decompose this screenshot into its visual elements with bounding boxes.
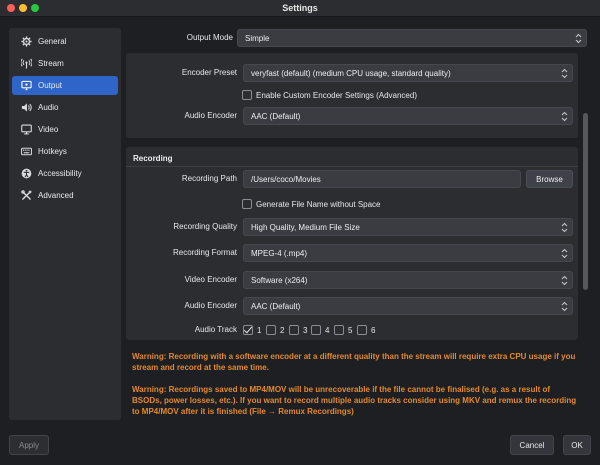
recording-path-label: Recording Path [181,174,237,183]
custom-encoder-label: Enable Custom Encoder Settings (Advanced… [256,90,417,100]
sidebar-item-advanced[interactable]: Advanced [12,186,118,205]
ok-button[interactable]: OK [563,435,591,455]
recording-audio-encoder-select[interactable]: AAC (Default) [243,297,573,315]
window-title: Settings [282,3,318,13]
recording-format-select[interactable]: MPEG-4 (.mp4) [243,244,573,262]
audio-track-number: 4 [325,325,330,335]
antenna-icon [16,58,36,69]
sidebar-item-label: Audio [38,103,59,112]
checkbox-box [242,199,252,209]
encoder-preset-value: veryfast (default) (medium CPU usage, st… [251,68,451,78]
keyboard-icon [16,146,36,157]
monitor-icon [16,124,36,135]
sidebar-item-label: General [38,37,67,46]
audio-track-label: Audio Track [194,325,237,334]
audio-track-number: 3 [303,325,308,335]
sidebar-item-label: Video [38,125,59,134]
settings-sidebar: General Stream Output Audio Video Hotkey… [9,28,121,420]
checkbox-box [242,90,252,100]
checkbox-box [357,325,367,335]
stream-audio-encoder-value: AAC (Default) [251,111,301,121]
mp4-warning: Warning: Recordings saved to MP4/MOV wil… [132,385,577,416]
audio-track-number: 1 [257,325,262,335]
stream-audio-encoder-select[interactable]: AAC (Default) [243,107,573,125]
audio-track-1-checkbox[interactable]: 1 [243,325,261,335]
checkbox-box [266,325,276,335]
sidebar-item-stream[interactable]: Stream [12,54,118,73]
gear-icon [16,36,36,47]
sidebar-item-label: Advanced [38,191,74,200]
speaker-icon [16,102,36,113]
chevron-updown-icon [575,33,582,44]
audio-track-number: 5 [348,325,353,335]
checkbox-box [334,325,344,335]
chevron-updown-icon [561,68,568,79]
chevron-updown-icon [561,301,568,312]
recording-path-input[interactable]: /Users/coco/Movies [243,170,521,188]
sidebar-item-hotkeys[interactable]: Hotkeys [12,142,118,161]
audio-track-4-checkbox[interactable]: 4 [311,325,329,335]
recording-audio-encoder-value: AAC (Default) [251,301,301,311]
encoder-preset-select[interactable]: veryfast (default) (medium CPU usage, st… [243,64,573,82]
checkbox-box [311,325,321,335]
audio-track-number: 2 [280,325,285,335]
checkbox-box [243,325,253,335]
no-space-filename-label: Generate File Name without Space [256,199,381,209]
tools-icon [16,190,36,201]
video-encoder-select[interactable]: Software (x264) [243,271,573,289]
checkbox-box [289,325,299,335]
video-encoder-label: Video Encoder [184,275,237,284]
sidebar-item-video[interactable]: Video [12,120,118,139]
chevron-updown-icon [561,275,568,286]
audio-track-2-checkbox[interactable]: 2 [266,325,284,335]
recording-audio-encoder-label: Audio Encoder [184,301,237,310]
recording-format-label: Recording Format [172,248,237,257]
browse-button[interactable]: Browse [526,170,573,188]
audio-track-number: 6 [371,325,376,335]
encoder-preset-label: Encoder Preset [181,68,237,77]
output-mode-value: Simple [245,33,270,43]
sidebar-item-accessibility[interactable]: Accessibility [12,164,118,183]
recording-quality-select[interactable]: High Quality, Medium File Size [243,218,573,236]
apply-button[interactable]: Apply [9,435,49,455]
no-space-filename-checkbox[interactable]: Generate File Name without Space [242,199,381,209]
sidebar-item-label: Hotkeys [38,147,67,156]
audio-track-3-checkbox[interactable]: 3 [289,325,307,335]
audio-track-5-checkbox[interactable]: 5 [334,325,352,335]
chevron-updown-icon [561,248,568,259]
section-divider [126,166,578,167]
custom-encoder-checkbox[interactable]: Enable Custom Encoder Settings (Advanced… [242,90,417,100]
sidebar-item-audio[interactable]: Audio [12,98,118,117]
settings-scrollbar[interactable] [583,113,588,290]
output-mode-select[interactable]: Simple [237,29,587,47]
sidebar-item-label: Output [38,81,63,90]
sidebar-item-output[interactable]: Output [12,76,118,95]
title-bar: Settings [0,0,600,17]
accessibility-icon [16,168,36,179]
output-mode-label: Output Mode [186,33,233,42]
recording-quality-label: Recording Quality [173,222,237,231]
software-encoder-warning: Warning: Recording with a software encod… [132,352,576,372]
sidebar-item-label: Accessibility [38,169,82,178]
recording-quality-value: High Quality, Medium File Size [251,222,360,232]
recording-format-value: MPEG-4 (.mp4) [251,248,308,258]
video-encoder-value: Software (x264) [251,275,308,285]
sidebar-item-general[interactable]: General [12,32,118,51]
chevron-updown-icon [561,111,568,122]
recording-section-title: Recording [133,154,173,163]
audio-track-6-checkbox[interactable]: 6 [357,325,375,335]
cancel-button[interactable]: Cancel [510,435,554,455]
chevron-updown-icon [561,222,568,233]
sidebar-item-label: Stream [38,59,64,68]
stream-audio-encoder-label: Audio Encoder [184,111,237,120]
output-icon [16,80,36,91]
